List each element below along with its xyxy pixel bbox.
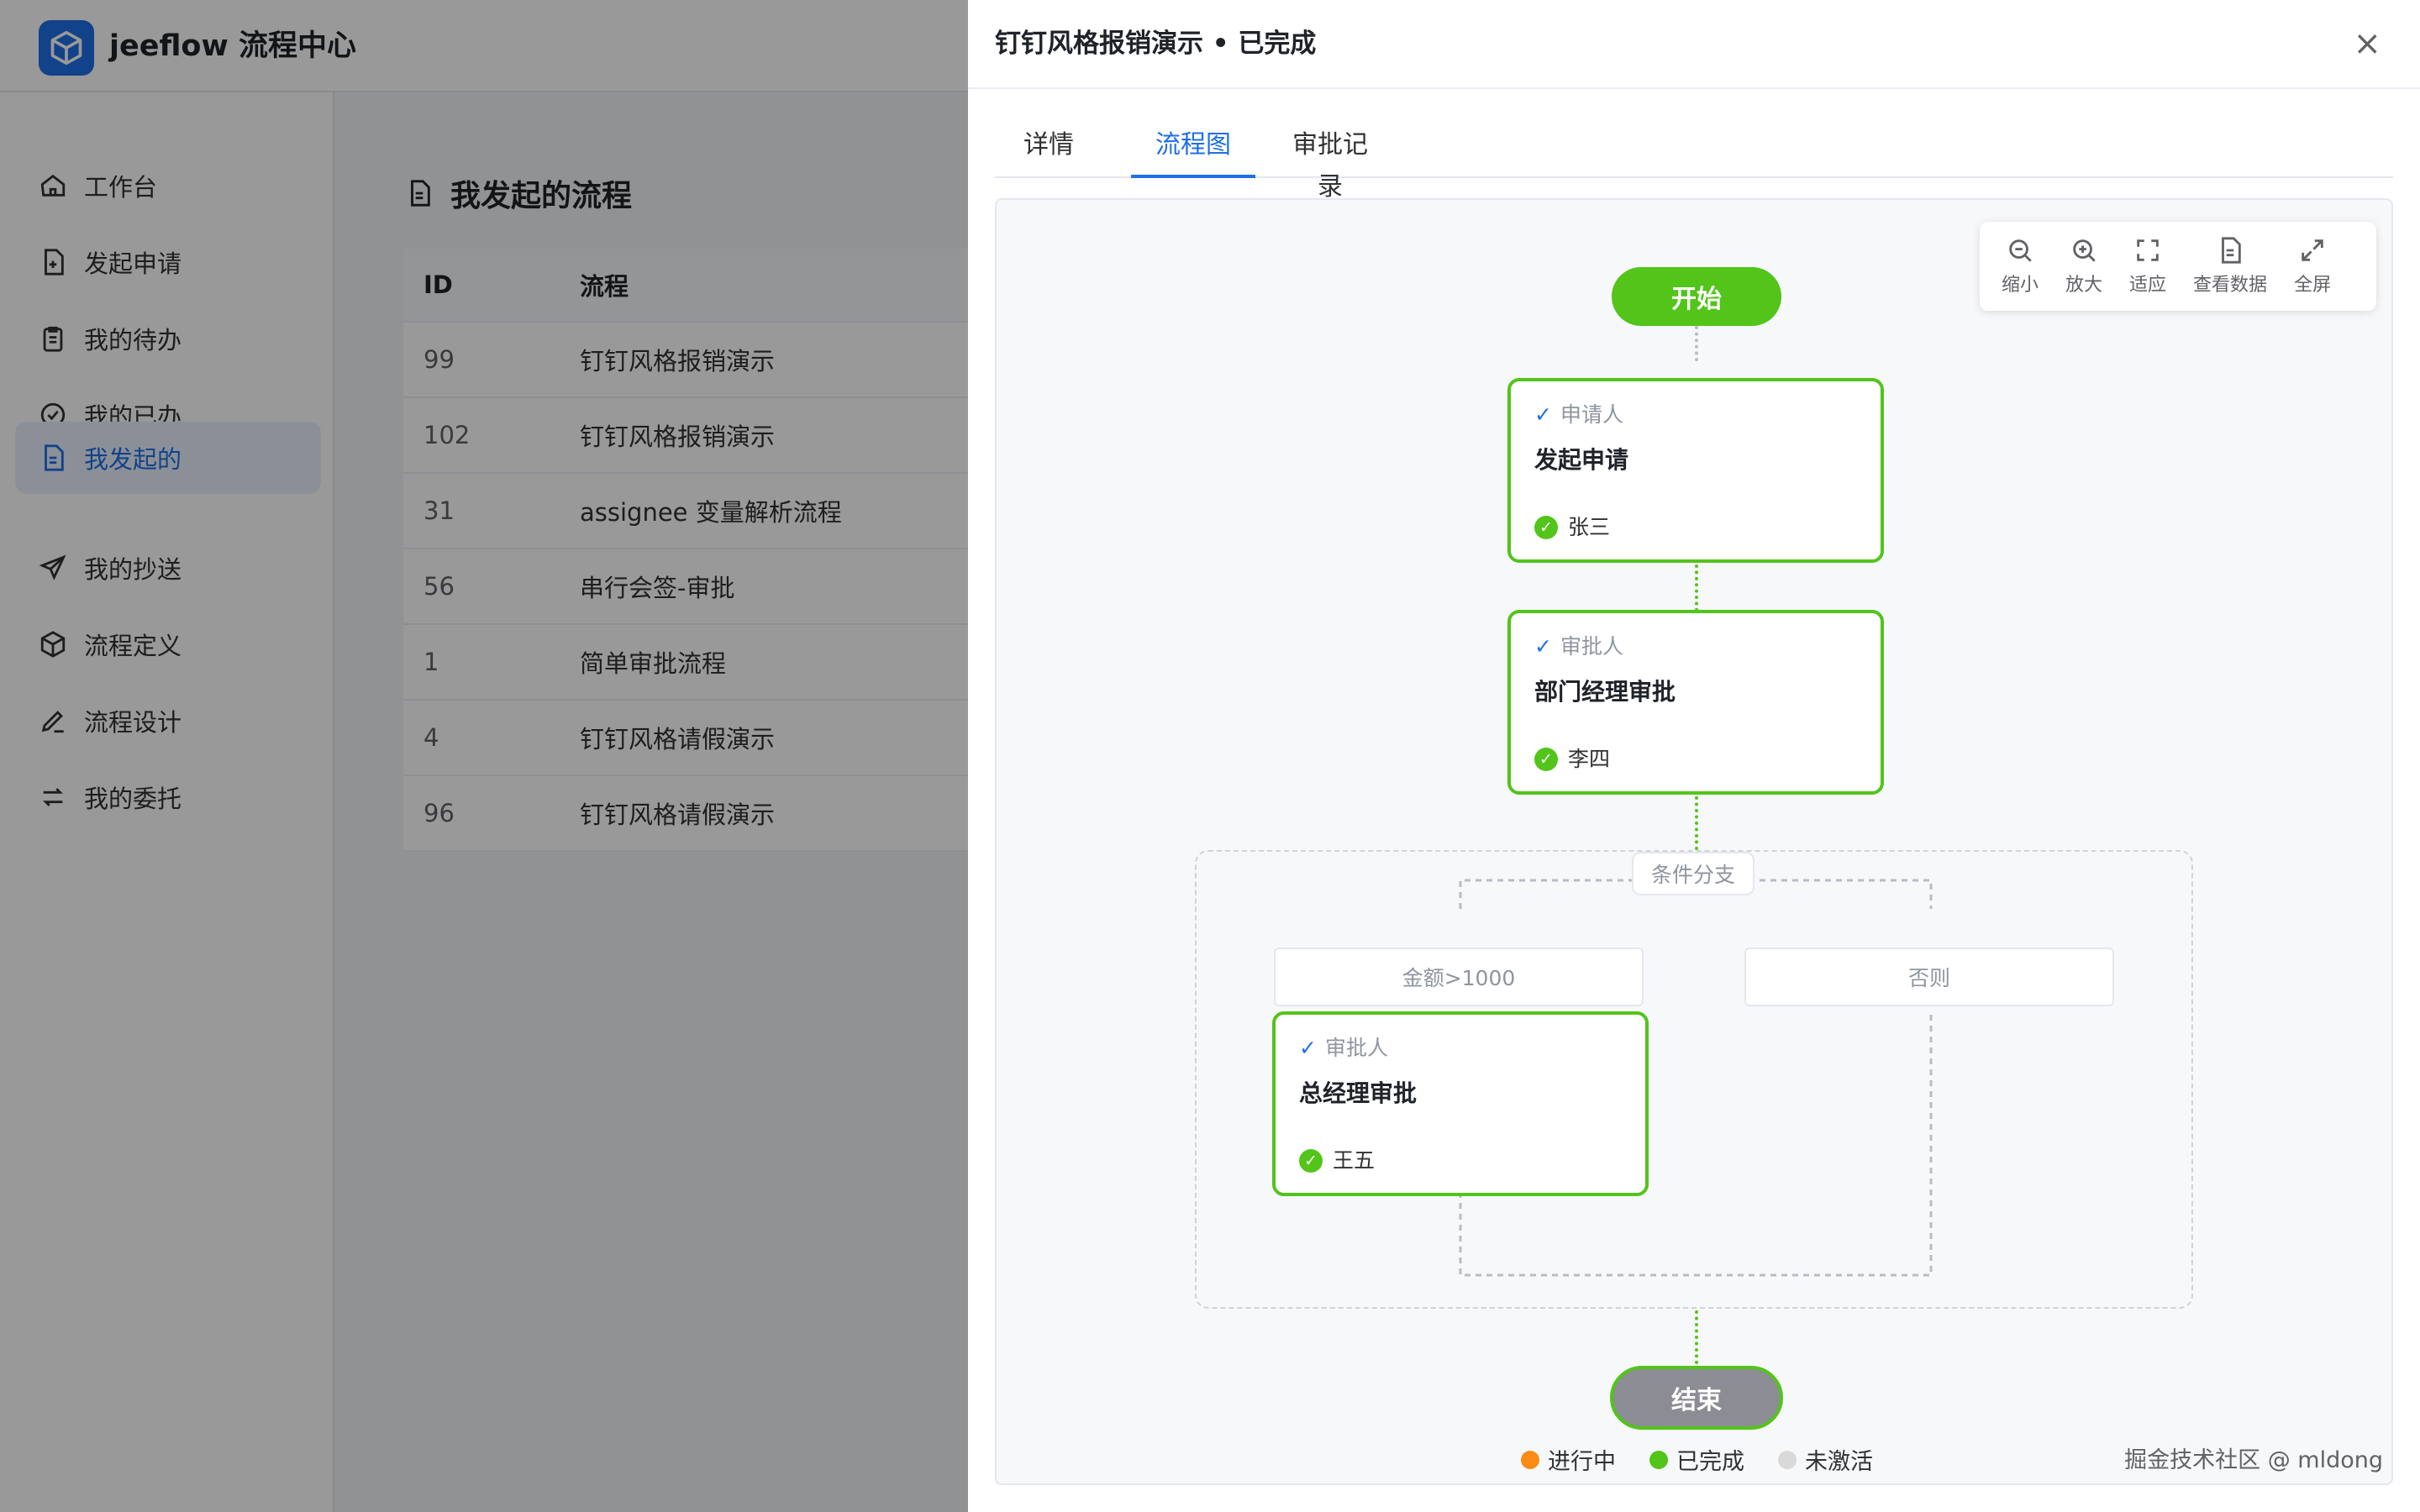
zoom-in-button[interactable]: 放大: [2052, 228, 2116, 304]
node-user: ✓ 张三: [1534, 512, 1610, 543]
drawer-tabs: 详情 流程图 审批记录: [995, 124, 2393, 202]
condition-else[interactable]: 否则: [1744, 948, 2114, 1006]
tab-details[interactable]: 详情: [1022, 124, 1076, 178]
view-data-button[interactable]: 查看数据: [2180, 228, 2281, 304]
status-legend: 进行中 已完成 未激活: [1521, 1443, 1907, 1476]
fullscreen-label: 全屏: [2294, 275, 2332, 296]
fit-button[interactable]: 适应: [2116, 228, 2180, 304]
tab-approval-records[interactable]: 审批记录: [1281, 124, 1380, 202]
node-user: ✓ 王五: [1299, 1146, 1375, 1176]
expand-icon: [2302, 239, 2323, 261]
node-role: ✓ 审批人: [1534, 632, 1623, 662]
node-role-label: 审批人: [1324, 1036, 1388, 1060]
zoom-out-button[interactable]: 缩小: [1988, 228, 2052, 304]
check-icon: ✓: [1534, 634, 1552, 659]
tab-flowchart[interactable]: 流程图: [1131, 124, 1255, 178]
node-role: ✓ 审批人: [1299, 1033, 1388, 1063]
node-user-name: 李四: [1568, 747, 1611, 771]
completed-icon: ✓: [1534, 748, 1558, 771]
condition-amount[interactable]: 金额>1000: [1274, 948, 1644, 1006]
drawer-header: 钉钉风格报销演示 • 已完成 ×: [968, 0, 2420, 89]
end-node[interactable]: 结束: [1610, 1366, 1783, 1430]
node-name: 部门经理审批: [1534, 678, 1676, 706]
node-user-name: 王五: [1333, 1148, 1376, 1173]
flow-node-general-manager[interactable]: ✓ 审批人 总经理审批 ✓ 王五: [1272, 1011, 1649, 1196]
node-role: ✓ 申请人: [1534, 400, 1623, 430]
check-icon: ✓: [1534, 402, 1552, 427]
legend-label: 进行中: [1548, 1449, 1616, 1475]
check-icon: ✓: [1299, 1036, 1317, 1060]
node-name: 总经理审批: [1299, 1079, 1418, 1107]
node-name: 发起申请: [1534, 446, 1629, 474]
legend-label: 已完成: [1676, 1449, 1744, 1475]
legend-item-completed: 已完成: [1649, 1443, 1744, 1476]
branch-label: 条件分支: [1632, 852, 1754, 895]
completed-icon: ✓: [1299, 1149, 1323, 1173]
start-node[interactable]: 开始: [1612, 267, 1781, 326]
zoom-out-label: 缩小: [2002, 275, 2039, 296]
legend-dot: [1521, 1450, 1539, 1469]
flow-canvas[interactable]: 条件分支 金额>1000 否则 开始 ✓ 申请人 发起申请 ✓ 张三 ✓ 审批人 部门…: [995, 198, 2393, 1485]
view-data-label: 查看数据: [2193, 275, 2268, 296]
legend-item-in-progress: 进行中: [1521, 1443, 1616, 1476]
zoom-in-icon: [2073, 239, 2096, 262]
node-role-label: 审批人: [1560, 634, 1623, 659]
flow-node-apply[interactable]: ✓ 申请人 发起申请 ✓ 张三: [1507, 378, 1884, 563]
flow-toolbar: 缩小 放大 适应 查看数据 全屏: [1980, 222, 2376, 311]
close-icon[interactable]: ×: [2353, 25, 2381, 62]
process-drawer: 钉钉风格报销演示 • 已完成 × 详情 流程图 审批记录 条件分支 金额>100…: [968, 0, 2420, 1512]
drawer-title: 钉钉风格报销演示 • 已完成: [995, 29, 1317, 59]
legend-dot: [1649, 1450, 1668, 1469]
legend-dot: [1778, 1450, 1797, 1469]
legend-item-inactive: 未激活: [1778, 1443, 1873, 1476]
watermark: 掘金技术社区 @ mldong: [2124, 1447, 2383, 1473]
zoom-in-label: 放大: [2065, 275, 2103, 296]
document-icon: [2222, 237, 2241, 264]
flow-node-dept-manager[interactable]: ✓ 审批人 部门经理审批 ✓ 李四: [1507, 610, 1884, 795]
fit-label: 适应: [2129, 275, 2167, 296]
node-user: ✓ 李四: [1534, 744, 1610, 774]
fullscreen-button[interactable]: 全屏: [2281, 228, 2344, 304]
zoom-out-icon: [2009, 239, 2032, 262]
legend-label: 未激活: [1805, 1449, 1873, 1475]
node-user-name: 张三: [1568, 515, 1611, 539]
node-role-label: 申请人: [1560, 402, 1623, 427]
fit-screen-icon: [2137, 239, 2159, 261]
completed-icon: ✓: [1534, 516, 1558, 539]
